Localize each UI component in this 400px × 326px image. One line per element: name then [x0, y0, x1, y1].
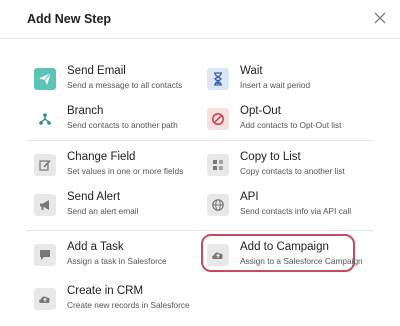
dialog-title: Add New Step	[27, 12, 112, 26]
copy-list-icon	[207, 154, 229, 176]
add-to-campaign-label: Add to Campaign	[240, 241, 329, 253]
globe-icon	[207, 194, 229, 216]
edit-icon	[34, 154, 56, 176]
wait-description: Insert a wait period	[240, 80, 311, 90]
send-alert-label: Send Alert	[67, 191, 121, 203]
send-email-option[interactable]: Send Email Send a message to all contact…	[34, 65, 204, 96]
paper-plane-icon	[34, 68, 56, 90]
add-task-label: Add a Task	[67, 241, 124, 253]
api-description: Send contacts info via API call	[240, 206, 352, 216]
branch-label: Branch	[67, 105, 104, 117]
close-icon[interactable]	[374, 12, 386, 24]
create-in-crm-label: Create in CRM	[67, 285, 144, 297]
copy-to-list-label: Copy to List	[240, 151, 301, 163]
opt-out-option[interactable]: Opt-Out Add contacts to Opt-Out list	[207, 105, 377, 136]
add-task-option[interactable]: Add a Task Assign a task in Salesforce	[34, 241, 204, 272]
send-alert-description: Send an alert email	[67, 206, 139, 216]
opt-out-label: Opt-Out	[240, 105, 281, 117]
add-to-campaign-option[interactable]: Add to Campaign Assign to a Salesforce C…	[207, 241, 377, 272]
wait-option[interactable]: Wait Insert a wait period	[207, 65, 377, 96]
cloud-upload-icon	[34, 288, 56, 310]
branch-option[interactable]: Branch Send contacts to another path	[34, 105, 204, 136]
cloud-upload-icon	[207, 244, 229, 266]
change-field-description: Set values in one or more fields	[67, 166, 184, 176]
dialog-header: Add New Step	[0, 0, 400, 38]
send-email-description: Send a message to all contacts	[67, 80, 183, 90]
send-email-label: Send Email	[67, 65, 126, 77]
send-alert-option[interactable]: Send Alert Send an alert email	[34, 191, 204, 222]
change-field-option[interactable]: Change Field Set values in one or more f…	[34, 151, 204, 182]
section-divider-1	[27, 140, 373, 141]
branch-description: Send contacts to another path	[67, 120, 178, 130]
create-in-crm-option[interactable]: Create in CRM Create new records in Sale…	[34, 285, 204, 316]
copy-to-list-description: Copy contacts to another list	[240, 166, 345, 176]
api-option[interactable]: API Send contacts info via API call	[207, 191, 377, 222]
copy-to-list-option[interactable]: Copy to List Copy contacts to another li…	[207, 151, 377, 182]
hourglass-icon	[207, 68, 229, 90]
opt-out-description: Add contacts to Opt-Out list	[240, 120, 342, 130]
chat-icon	[34, 244, 56, 266]
section-divider-2	[27, 230, 373, 231]
no-entry-icon	[207, 108, 229, 130]
add-to-campaign-description: Assign to a Salesforce Campaign	[240, 256, 363, 266]
header-divider	[0, 38, 400, 39]
add-task-description: Assign a task in Salesforce	[67, 256, 167, 266]
change-field-label: Change Field	[67, 151, 136, 163]
api-label: API	[240, 191, 259, 203]
wait-label: Wait	[240, 65, 263, 77]
create-in-crm-description: Create new records in Salesforce	[67, 300, 190, 310]
branch-icon	[34, 108, 56, 130]
megaphone-icon	[34, 194, 56, 216]
